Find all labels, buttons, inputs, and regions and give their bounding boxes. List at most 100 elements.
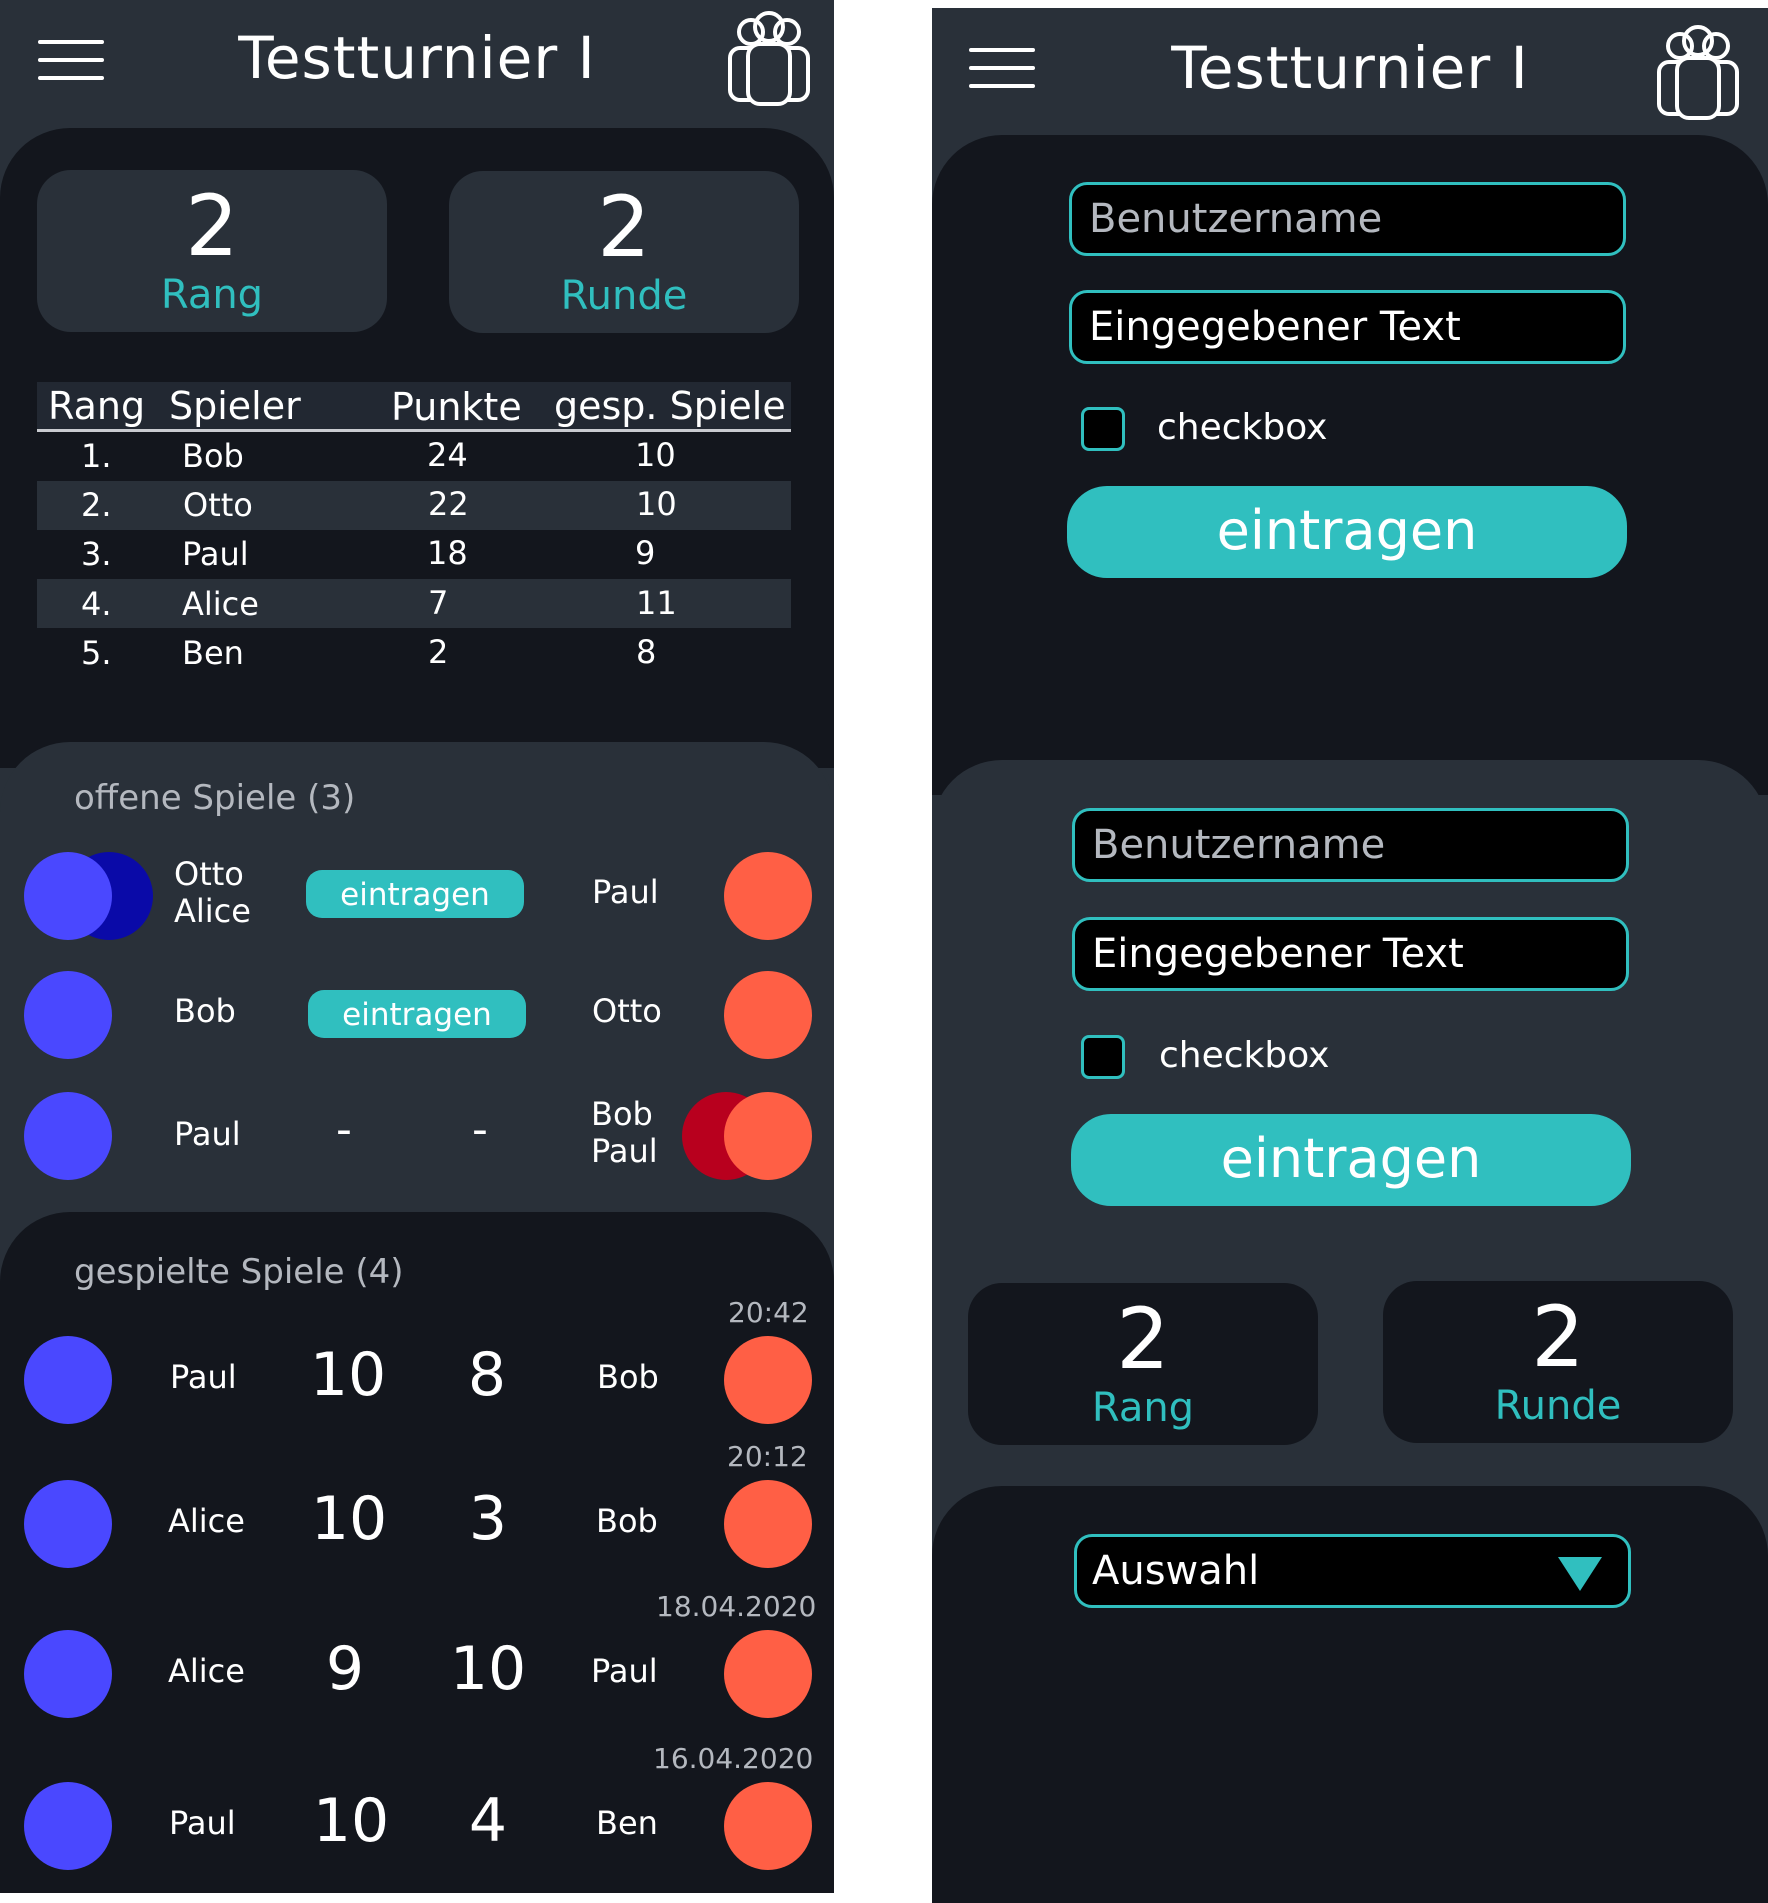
- cell-points: 24: [427, 436, 468, 474]
- ranking-table: Rang Spieler Punkte gesp. Spiele 1. Bob …: [37, 382, 791, 677]
- opponent-name: Bob: [597, 1358, 659, 1396]
- player-avatar: [24, 852, 112, 940]
- cell-rank: 2.: [81, 486, 112, 524]
- users-group-icon[interactable]: [1655, 24, 1741, 120]
- text-field[interactable]: Eingegebener Text: [1072, 917, 1629, 991]
- form-panel-mid: Benutzername Eingegebener Text checkbox …: [932, 760, 1768, 1445]
- opponent-avatar: [724, 1480, 812, 1568]
- team-right-names: Bob Paul: [591, 1095, 658, 1170]
- player-avatar: [24, 1630, 112, 1718]
- player-avatar: [24, 1336, 112, 1424]
- users-group-icon[interactable]: [726, 10, 812, 106]
- player-name: Bob: [174, 992, 236, 1030]
- score-right: 4: [468, 1786, 508, 1856]
- cell-games: 8: [636, 633, 657, 671]
- player-avatar: [24, 971, 112, 1059]
- col-games-header: gesp. Spiele: [554, 384, 786, 428]
- triangle-down-icon: [1558, 1557, 1602, 1591]
- enter-result-button[interactable]: eintragen: [308, 990, 526, 1038]
- played-games-title: gespielte Spiele (4): [74, 1252, 404, 1292]
- player-name: Alice: [168, 1502, 245, 1540]
- app-header: Testturnier I: [932, 8, 1768, 138]
- cell-player: Paul: [182, 535, 249, 573]
- text-field[interactable]: Eingegebener Text: [1069, 290, 1626, 364]
- tournament-screen: Testturnier I 2 Rang 2 Runde Rang Spiele…: [0, 0, 834, 1893]
- table-row: 5. Ben 2 8: [37, 628, 791, 677]
- score-left: 9: [325, 1634, 365, 1704]
- score-left: 10: [312, 1786, 390, 1856]
- rank-stat-card: 2 Rang: [37, 170, 387, 332]
- cell-player: Bob: [182, 437, 244, 475]
- opponent-avatar: [724, 852, 812, 940]
- score-left: 10: [309, 1340, 387, 1410]
- cell-rank: 3.: [81, 535, 112, 573]
- cell-player: Alice: [182, 585, 259, 623]
- select-value: Auswahl: [1092, 1548, 1260, 1594]
- cell-games: 9: [635, 534, 656, 572]
- team-left-names: Otto Alice: [174, 855, 251, 930]
- game-time: 18.04.2020: [656, 1590, 817, 1623]
- cell-rank: 4.: [81, 585, 112, 623]
- rank-stat-card: 2 Rang: [968, 1283, 1318, 1445]
- cell-points: 7: [428, 584, 449, 622]
- cell-rank: 1.: [81, 437, 112, 475]
- cell-games: 11: [636, 584, 677, 622]
- game-time: 20:12: [727, 1440, 808, 1473]
- open-games-panel: offene Spiele (3) Otto Alice eintragen P…: [0, 742, 834, 1242]
- table-row: 1. Bob 24 10: [37, 432, 791, 481]
- cell-rank: 5.: [81, 634, 112, 672]
- round-value: 2: [597, 178, 651, 276]
- opponent-name: Otto: [592, 992, 662, 1030]
- round-stat-card: 2 Runde: [449, 171, 799, 333]
- round-stat-card: 2 Runde: [1383, 1281, 1733, 1443]
- checkbox[interactable]: [1081, 407, 1125, 451]
- opponent-name: Paul: [592, 873, 659, 911]
- select-panel: Auswahl: [932, 1486, 1768, 1903]
- cell-games: 10: [636, 485, 677, 523]
- rank-value: 2: [1116, 1290, 1170, 1388]
- cell-player: Ben: [182, 634, 244, 672]
- round-label: Runde: [1494, 1383, 1622, 1429]
- checkbox-label: checkbox: [1159, 1035, 1330, 1076]
- round-value: 2: [1531, 1288, 1585, 1386]
- round-label: Runde: [560, 273, 688, 319]
- checkbox-label: checkbox: [1157, 407, 1328, 448]
- cell-player: Otto: [183, 486, 253, 524]
- score-right: 3: [468, 1484, 508, 1554]
- player-name: Alice: [168, 1652, 245, 1690]
- rank-label: Rang: [160, 272, 264, 318]
- table-row: 4. Alice 7 11: [37, 579, 791, 628]
- select-dropdown[interactable]: Auswahl: [1074, 1534, 1631, 1608]
- score-right: 8: [467, 1340, 507, 1410]
- col-player-header: Spieler: [169, 384, 301, 428]
- score-right: 10: [449, 1634, 527, 1704]
- username-field[interactable]: Benutzername: [1069, 182, 1626, 256]
- rank-value: 2: [185, 177, 239, 275]
- cell-points: 2: [428, 633, 449, 671]
- score-left: 10: [310, 1484, 388, 1554]
- cell-games: 10: [635, 436, 676, 474]
- col-points-header: Punkte: [391, 385, 522, 429]
- page-title: Testturnier I: [238, 24, 596, 92]
- opponent-name: Bob: [596, 1502, 658, 1540]
- score-left-pending: -: [336, 1104, 352, 1155]
- cell-points: 18: [427, 534, 468, 572]
- submit-button[interactable]: eintragen: [1071, 1114, 1631, 1206]
- player-avatar: [24, 1782, 112, 1870]
- table-row: 3. Paul 18 9: [37, 530, 791, 579]
- checkbox[interactable]: [1081, 1035, 1125, 1079]
- submit-button[interactable]: eintragen: [1067, 486, 1627, 578]
- player-name: Paul: [170, 1358, 237, 1396]
- opponent-avatar: [724, 1630, 812, 1718]
- opponent-avatar: [724, 1782, 812, 1870]
- username-field[interactable]: Benutzername: [1072, 808, 1629, 882]
- table-row: 2. Otto 22 10: [37, 481, 791, 530]
- played-games-panel: gespielte Spiele (4) 20:42 Paul 10 8 Bob…: [0, 1212, 834, 1893]
- ranking-table-header: Rang Spieler Punkte gesp. Spiele: [37, 382, 791, 432]
- form-panel-dark: Benutzername Eingegebener Text checkbox …: [932, 135, 1768, 795]
- enter-result-button[interactable]: eintragen: [306, 870, 524, 918]
- score-right-pending: -: [472, 1104, 488, 1155]
- form-components-screen: Testturnier I Benutzername Eingegebener …: [932, 8, 1768, 1903]
- page-title: Testturnier I: [1171, 34, 1529, 102]
- player-name: Paul: [169, 1804, 236, 1842]
